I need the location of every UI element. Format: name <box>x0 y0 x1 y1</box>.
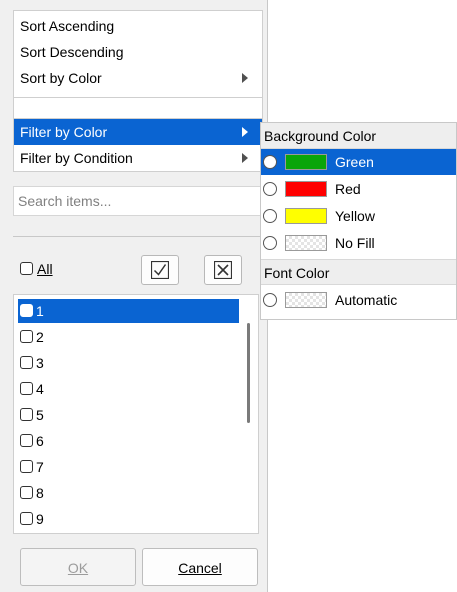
list-scrollbar[interactable] <box>247 323 250 423</box>
list-item-label: 2 <box>36 329 44 345</box>
color-option-green[interactable]: Green <box>261 149 456 175</box>
list-item[interactable]: 2 <box>18 325 239 349</box>
values-list[interactable]: 1 2 3 4 5 6 7 8 9 <box>13 294 259 534</box>
radio-button[interactable] <box>263 182 277 196</box>
list-item[interactable]: 8 <box>18 481 239 505</box>
select-all-checkbox[interactable]: All <box>20 258 53 280</box>
submenu-arrow-icon <box>242 153 248 163</box>
color-option-label: Yellow <box>335 208 375 224</box>
menu-item-filter-by-color[interactable]: Filter by Color <box>14 119 262 145</box>
cancel-button[interactable]: Cancel <box>142 548 258 586</box>
checkbox[interactable] <box>20 382 33 396</box>
list-item-label: 5 <box>36 407 44 423</box>
radio-button[interactable] <box>263 209 277 223</box>
color-option-label: Automatic <box>335 292 398 308</box>
sort-menu: Sort Ascending Sort Descending Sort by C… <box>13 10 263 98</box>
menu-separator <box>13 98 263 118</box>
list-item[interactable]: 4 <box>18 377 239 401</box>
color-swatch <box>285 208 327 224</box>
ok-button-label: OK <box>67 560 89 576</box>
color-option-label: No Fill <box>335 235 375 251</box>
color-swatch <box>285 154 327 170</box>
check-all-button[interactable] <box>141 255 179 285</box>
list-item-label: 1 <box>36 303 44 319</box>
menu-item-filter-by-condition[interactable]: Filter by Condition <box>14 145 262 171</box>
list-item-label: 7 <box>36 459 44 475</box>
ok-button[interactable]: OK <box>20 548 136 586</box>
color-option-red[interactable]: Red <box>261 176 456 202</box>
color-swatch <box>285 292 327 308</box>
radio-button[interactable] <box>263 155 277 169</box>
cancel-button-label: Cancel <box>178 560 222 576</box>
divider <box>13 236 261 237</box>
color-option-automatic[interactable]: Automatic <box>261 287 456 313</box>
submenu-arrow-icon <box>242 73 248 83</box>
menu-item-sort-descending[interactable]: Sort Descending <box>14 39 262 65</box>
checkbox[interactable] <box>20 460 33 474</box>
checkbox[interactable] <box>20 512 33 526</box>
list-item[interactable]: 9 <box>18 507 239 531</box>
filter-panel: Sort Ascending Sort Descending Sort by C… <box>0 0 268 592</box>
list-item[interactable]: 7 <box>18 455 239 479</box>
color-option-label: Red <box>335 181 361 197</box>
menu-item-label: Sort by Color <box>20 70 102 86</box>
list-item[interactable]: 5 <box>18 403 239 427</box>
filter-menu: Filter by Color Filter by Condition <box>13 118 263 172</box>
menu-item-label: Sort Ascending <box>20 18 115 34</box>
color-option-label: Green <box>335 154 374 170</box>
list-item[interactable]: 1 <box>18 299 239 323</box>
menu-item-label: Filter by Color <box>20 124 108 140</box>
font-color-header: Font Color <box>261 259 456 285</box>
x-box-icon <box>214 261 232 279</box>
checkbox[interactable] <box>20 330 33 344</box>
list-item-label: 4 <box>36 381 44 397</box>
color-option-yellow[interactable]: Yellow <box>261 203 456 229</box>
checkbox[interactable] <box>20 304 33 318</box>
checkbox[interactable] <box>20 486 33 500</box>
checkbox[interactable] <box>20 408 33 422</box>
background-color-header: Background Color <box>261 123 456 149</box>
list-item-label: 9 <box>36 511 44 527</box>
radio-button[interactable] <box>263 236 277 250</box>
checkbox[interactable] <box>20 434 33 448</box>
list-item[interactable]: 6 <box>18 429 239 453</box>
color-swatch <box>285 235 327 251</box>
list-item-label: 8 <box>36 485 44 501</box>
select-all-label: All <box>37 261 53 277</box>
checkbox[interactable] <box>20 356 33 370</box>
list-item-label: 3 <box>36 355 44 371</box>
search-input[interactable] <box>13 186 261 216</box>
color-swatch <box>285 181 327 197</box>
checkbox[interactable] <box>20 262 33 276</box>
menu-item-label: Filter by Condition <box>20 150 133 166</box>
radio-button[interactable] <box>263 293 277 307</box>
check-icon <box>151 261 169 279</box>
filter-by-color-submenu: Background Color Green Red Yellow No Fil… <box>260 122 457 320</box>
uncheck-all-button[interactable] <box>204 255 242 285</box>
menu-item-label: Sort Descending <box>20 44 124 60</box>
menu-item-sort-by-color[interactable]: Sort by Color <box>14 65 262 91</box>
color-option-no-fill[interactable]: No Fill <box>261 230 456 256</box>
submenu-arrow-icon <box>242 127 248 137</box>
menu-item-sort-ascending[interactable]: Sort Ascending <box>14 13 262 39</box>
list-item[interactable]: 3 <box>18 351 239 375</box>
list-item-label: 6 <box>36 433 44 449</box>
